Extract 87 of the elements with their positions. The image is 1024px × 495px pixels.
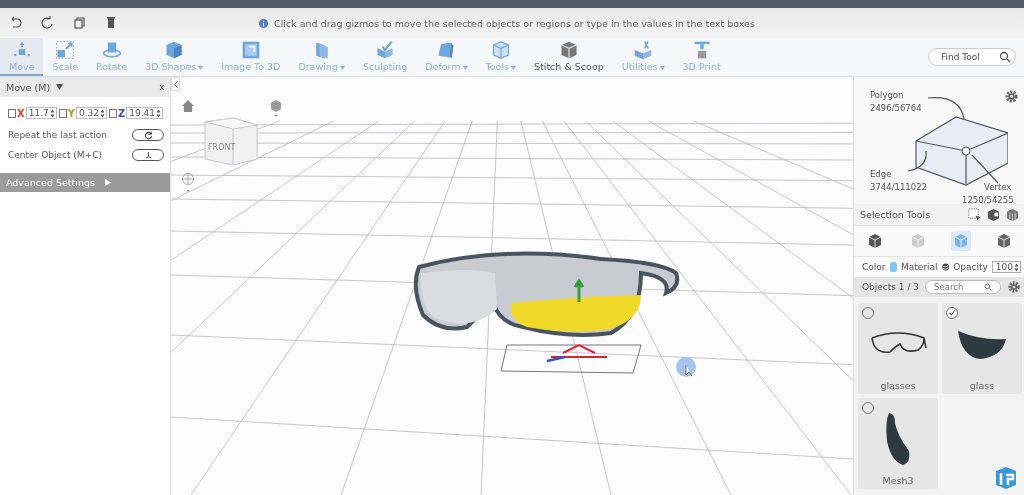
object-name: Mesh3 <box>882 475 914 486</box>
vertex-label: Vertex <box>984 181 1012 194</box>
expand-arrow-icon <box>104 179 111 186</box>
mouse-cursor-marker <box>676 357 696 377</box>
print-tool-button[interactable]: 3D Print <box>673 38 730 76</box>
find-tool-field[interactable]: Find Tool <box>928 48 1016 66</box>
close-button[interactable]: x <box>159 82 164 92</box>
edge-count: 3744/111022 <box>870 181 927 194</box>
collapse-panel-button[interactable] <box>171 77 180 91</box>
sculpt-tool-button[interactable]: Sculpting <box>353 38 417 76</box>
repeat-icon <box>143 130 153 140</box>
cube-outline-icon <box>490 40 511 60</box>
cube-select-icon[interactable] <box>987 208 1000 221</box>
drawing-tool-button[interactable]: Drawing <box>289 38 354 76</box>
deform-tool-button[interactable]: Deform <box>416 38 477 76</box>
action-label: Repeat the last action <box>8 130 107 140</box>
color-swatch[interactable] <box>889 262 898 272</box>
glasses-drawing[interactable] <box>413 251 680 374</box>
color-label: Color <box>862 262 886 272</box>
cube-icon <box>164 40 185 60</box>
search-icon[interactable] <box>984 283 993 291</box>
action-label: Center Object (M+C) <box>8 150 102 160</box>
spinner-arrows-icon[interactable] <box>1014 262 1019 272</box>
axis-checkbox[interactable] <box>109 108 117 118</box>
image-tool-button[interactable]: Image To 3D <box>212 38 290 76</box>
chevron-left-icon <box>173 80 178 88</box>
redo-icon[interactable] <box>40 16 54 30</box>
selection-tools-label: Selection Tools <box>860 209 932 220</box>
object-name: glass <box>969 380 995 391</box>
object-card[interactable]: glasses <box>858 303 938 394</box>
rotate-tool-button[interactable]: Rotate <box>87 38 137 76</box>
vertex-count: 1250/54255 <box>962 194 1014 207</box>
stitch-tool-button[interactable]: Stitch & Scoop <box>525 38 613 76</box>
box-select-icon[interactable] <box>968 208 981 221</box>
hint-message: Click and drag gizmos to move the selected objects or regions or type in the values in the text boxes <box>274 17 755 29</box>
cube-tool-button[interactable]: 3D Shapes <box>136 38 213 76</box>
perspective-cube-icon[interactable] <box>271 100 281 117</box>
search-icon[interactable] <box>999 51 1011 63</box>
axis-checkbox[interactable] <box>8 108 16 118</box>
sculpt-check-icon <box>375 40 396 60</box>
axis-label: X <box>16 107 25 119</box>
object-card[interactable]: Mesh3 <box>858 398 938 489</box>
advanced-settings-bar[interactable]: Advanced Settings <box>0 173 170 192</box>
cube-logo-icon[interactable] <box>993 465 1019 491</box>
polygon-count: 2496/56764 <box>870 102 922 115</box>
object-search-field[interactable]: Search <box>925 280 1001 294</box>
spinner-arrows-icon[interactable] <box>156 108 161 118</box>
repeat-button[interactable] <box>132 129 164 141</box>
move-tool-button[interactable]: Move <box>0 38 44 76</box>
settings-icon[interactable] <box>1007 280 1021 294</box>
wire-cube-icon[interactable] <box>1006 208 1019 221</box>
polygon-label: Polygon <box>870 89 904 102</box>
scale-tool-button[interactable]: Scale <box>43 38 88 76</box>
box-tools-icon <box>633 40 654 60</box>
axis-value-field[interactable]: 19.41 <box>126 107 163 119</box>
opacity-field[interactable]: 100 <box>991 261 1021 273</box>
objects-count: Objects 1 / 3 <box>862 282 920 292</box>
info-icon <box>259 18 269 28</box>
trash-icon[interactable] <box>104 16 118 30</box>
axis-value-field[interactable]: 11.7 <box>25 107 57 119</box>
axis-value-field[interactable]: 0.32 <box>75 107 107 119</box>
check-icon <box>948 309 956 317</box>
panel-title[interactable]: Move (M) <box>6 81 51 93</box>
edge-label: Edge <box>870 168 892 181</box>
axis-label: Z <box>117 107 126 119</box>
object-search-input[interactable]: Search <box>932 281 985 293</box>
center-icon <box>143 150 153 160</box>
scale-box-icon <box>55 40 76 60</box>
object-name: glasses <box>880 380 916 391</box>
tools-tool-button[interactable]: Tools <box>476 38 525 76</box>
axis-checkbox[interactable] <box>58 108 67 118</box>
object-select-checkbox[interactable] <box>946 307 958 319</box>
axis-label: Y <box>67 107 75 119</box>
copy-icon[interactable] <box>72 16 86 30</box>
utilities-tool-button[interactable]: Utilities <box>612 38 674 76</box>
spinner-arrows-icon[interactable] <box>100 108 105 118</box>
center-object-button[interactable] <box>132 149 164 161</box>
view-cube-label: FRONT <box>208 143 236 152</box>
home-icon[interactable] <box>182 100 194 112</box>
dropdown-caret-icon[interactable] <box>56 84 64 90</box>
rotate-cube-icon <box>101 40 122 60</box>
settings-icon[interactable] <box>1004 89 1019 104</box>
material-sphere-icon[interactable] <box>941 262 950 272</box>
spinner-arrows-icon[interactable] <box>49 108 55 118</box>
material-label: Material <box>901 262 938 272</box>
object-card[interactable]: glass <box>942 303 1022 394</box>
opacity-label: Opacity <box>953 262 988 272</box>
